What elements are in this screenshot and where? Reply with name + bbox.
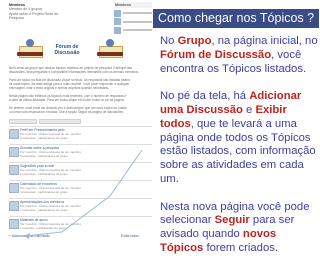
member-row[interactable] [114, 9, 152, 17]
group-header: Membros Membro de 4 grupos Ajuda sobre o… [9, 3, 71, 21]
avatar [114, 26, 121, 34]
members-panel-title: Membros [114, 2, 152, 8]
highlight-forum: Fórum de Discussão [160, 48, 272, 61]
forum-intro-paragraph: Se preferir, você pode ser avisado por e… [9, 106, 127, 114]
member-row[interactable] [114, 26, 152, 34]
list-item[interactable]: Sugestões para a rede Por membro · Últim… [9, 162, 153, 178]
forum-logo-right [97, 38, 123, 60]
panel-body: No Grupo, na página inicial, no Fórum de… [160, 35, 318, 270]
list-item[interactable]: Dúvidas sobre a pesquisa Por membro · Úl… [9, 144, 153, 160]
list-item[interactable]: Calendário de encontros Por membro · Últ… [9, 180, 153, 196]
crumb-line[interactable]: Pesquisa [9, 16, 71, 20]
avatar [9, 147, 19, 157]
avatar [114, 18, 121, 25]
paragraph-2: No pé da tela, há Adicionar uma Discussã… [160, 90, 316, 185]
avatar [9, 201, 19, 211]
forum-intro-paragraph: Para um tópico na lista de discussão cli… [9, 78, 131, 90]
members-panel: Membros [114, 2, 152, 40]
highlight-grupo: Grupo [177, 35, 212, 47]
list-item[interactable]: Apresentações dos membros Por membro · Ú… [9, 198, 153, 214]
highlight-follow: Seguir [214, 214, 250, 227]
view-all-link[interactable]: Exibir todos [121, 234, 139, 238]
panel-title: Como chegar nos Tópicos ? [153, 9, 319, 28]
add-discussion-link[interactable]: + Adicionar uma Discussão [9, 234, 50, 238]
list-item[interactable]: Perfil em Preenchimento pelo Por membro … [9, 126, 153, 142]
forum-intro-paragraph: Nesta página são exibidos os tópicos mai… [9, 94, 127, 102]
paragraph-1: No Grupo, na página inicial, no Fórum de… [160, 35, 318, 75]
paragraph-3: Nesta nova página você pode selecionar S… [160, 200, 310, 254]
list-item[interactable]: Materiais de apoio Por membro · Última r… [9, 216, 153, 232]
avatar [9, 129, 19, 139]
forum-title[interactable]: Fórum de Discussão [45, 44, 89, 56]
forum-intro-paragraph: Bem-vindo ao grupo que discute tópicos r… [9, 66, 139, 74]
forum-toolbar-button[interactable] [39, 119, 81, 124]
avatar [9, 219, 19, 229]
forum-screenshot: Membros Membro de 4 grupos Ajuda sobre o… [3, 0, 155, 240]
member-row[interactable] [114, 18, 152, 25]
forum-toolbar-button[interactable] [9, 119, 37, 124]
avatar [9, 165, 19, 175]
explanation-panel: Como chegar nos Tópicos ? No Grupo, na p… [152, 0, 320, 254]
forum-logo-left [17, 38, 43, 60]
avatar [114, 9, 121, 17]
avatar [9, 183, 19, 193]
